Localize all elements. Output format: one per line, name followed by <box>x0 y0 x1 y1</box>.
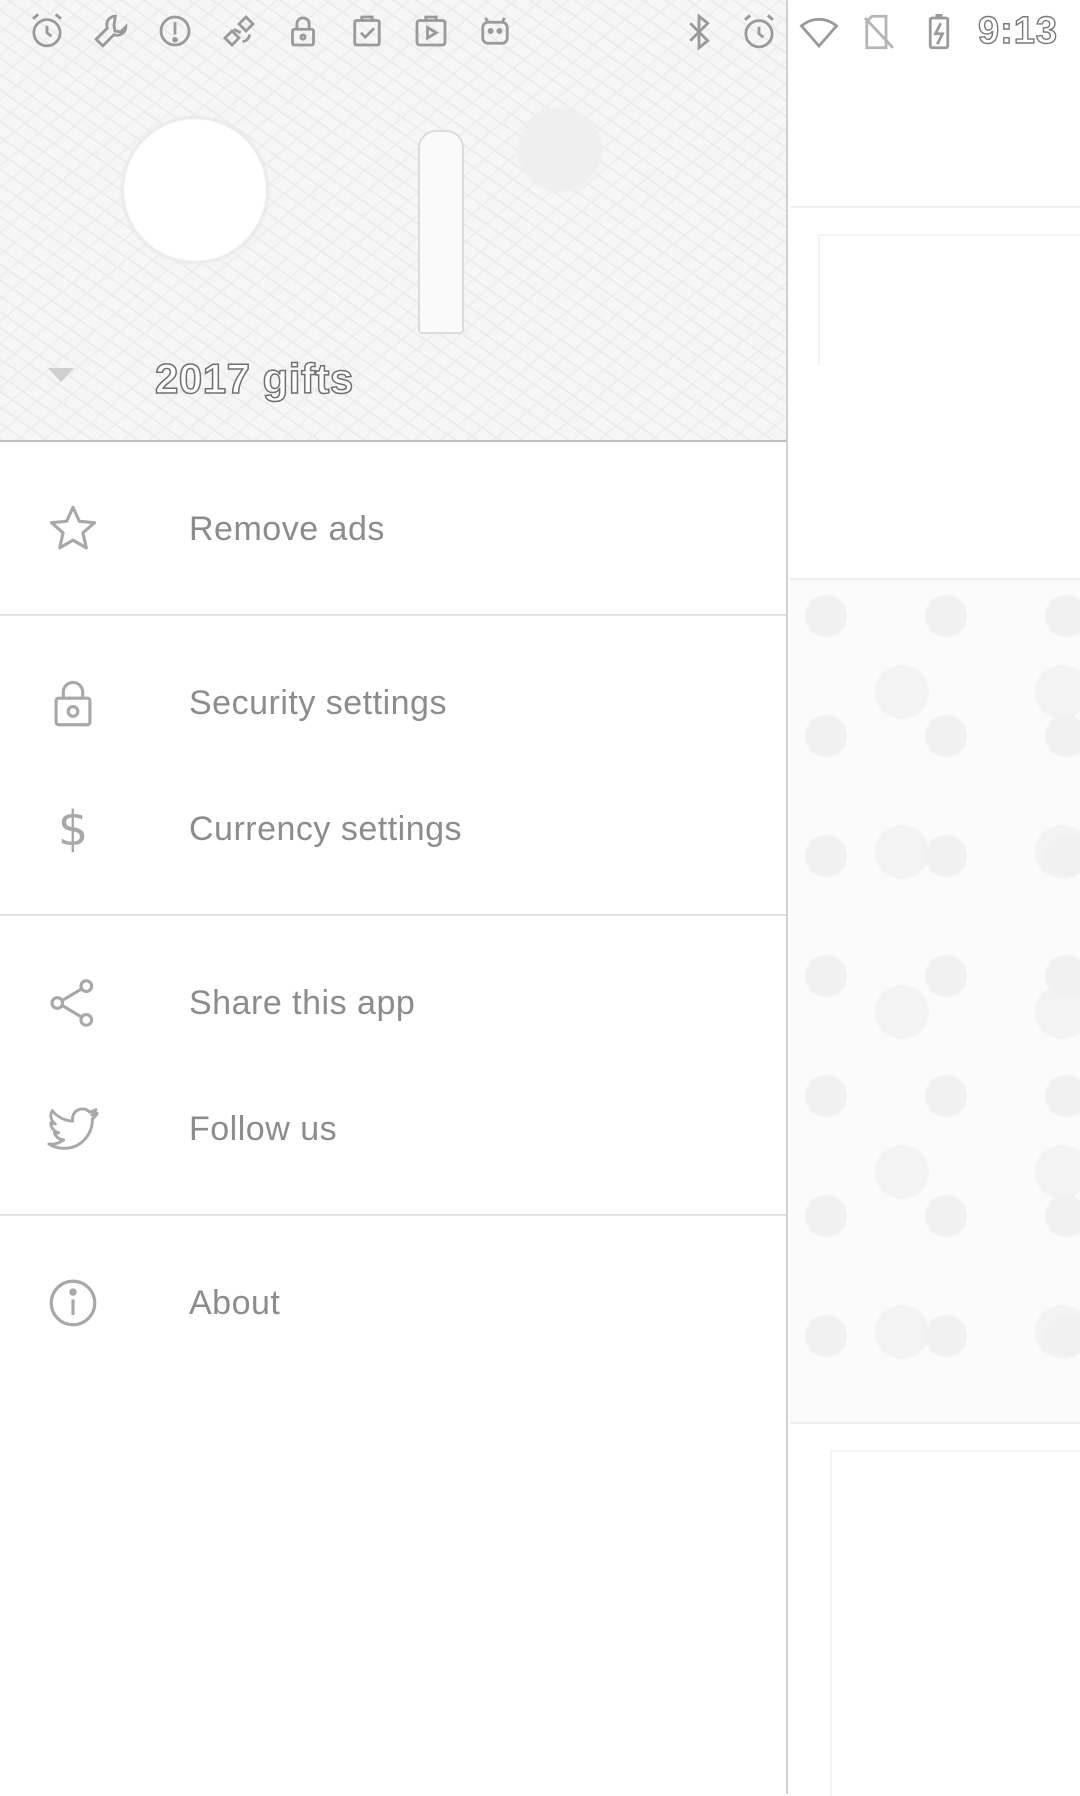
wrench-icon <box>90 10 132 52</box>
menu-label-remove-ads: Remove ads <box>189 509 385 548</box>
triangle-down-icon[interactable] <box>48 368 74 382</box>
menu-label-about: About <box>189 1283 281 1322</box>
navigation-drawer: 2017 gifts Remove ads Security settings … <box>0 0 788 1794</box>
dollar-icon: $ <box>57 801 89 857</box>
background-card-inner <box>818 234 1080 366</box>
sync-icon <box>154 10 196 52</box>
satellite-icon <box>218 10 260 52</box>
menu-label-follow-us: Follow us <box>189 1109 338 1148</box>
no-sim-icon <box>858 11 900 53</box>
menu-label-share-app: Share this app <box>189 983 416 1022</box>
menu-item-security-settings[interactable]: Security settings <box>0 640 786 766</box>
wifi-icon <box>798 11 840 53</box>
clipboard-check-icon <box>346 10 388 52</box>
menu-item-remove-ads[interactable]: Remove ads <box>0 466 786 592</box>
menu-label-currency-settings: Currency settings <box>189 809 463 848</box>
background-card <box>790 206 1080 580</box>
background-image-card <box>790 580 1080 1424</box>
menu-label-security-settings: Security settings <box>189 683 447 722</box>
status-time: 9:13 <box>977 9 1058 52</box>
lock-icon <box>282 10 324 52</box>
menu-section-premium: Remove ads <box>0 442 786 616</box>
twitter-icon <box>44 1100 102 1158</box>
lock-icon <box>44 674 102 732</box>
menu-section-info: About <box>0 1216 786 1388</box>
menu-item-follow-us[interactable]: Follow us <box>0 1066 786 1192</box>
status-notification-icons <box>26 10 516 52</box>
play-store-icon <box>410 10 452 52</box>
bluetooth-icon <box>678 11 720 53</box>
menu-section-social: Share this app Follow us <box>0 916 786 1216</box>
account-name[interactable]: 2017 gifts <box>154 354 354 403</box>
menu-item-about[interactable]: About <box>0 1240 786 1366</box>
header-background-candle <box>418 130 464 334</box>
status-bar: 9:13 <box>0 0 1080 63</box>
share-icon <box>44 974 102 1032</box>
menu-section-settings: Security settings $ Currency settings <box>0 616 786 916</box>
drawer-header: 2017 gifts <box>0 0 786 442</box>
menu-item-currency-settings[interactable]: $ Currency settings <box>0 766 786 892</box>
menu-item-share-app[interactable]: Share this app <box>0 940 786 1066</box>
android-icon <box>474 10 516 52</box>
background-lower-card <box>830 1450 1080 1796</box>
battery-charging-icon <box>918 11 960 53</box>
info-icon <box>44 1274 102 1332</box>
alarm-icon <box>738 11 780 53</box>
status-system-icons: 9:13 <box>678 9 1058 53</box>
star-icon <box>44 500 102 558</box>
alarm-icon <box>26 10 68 52</box>
